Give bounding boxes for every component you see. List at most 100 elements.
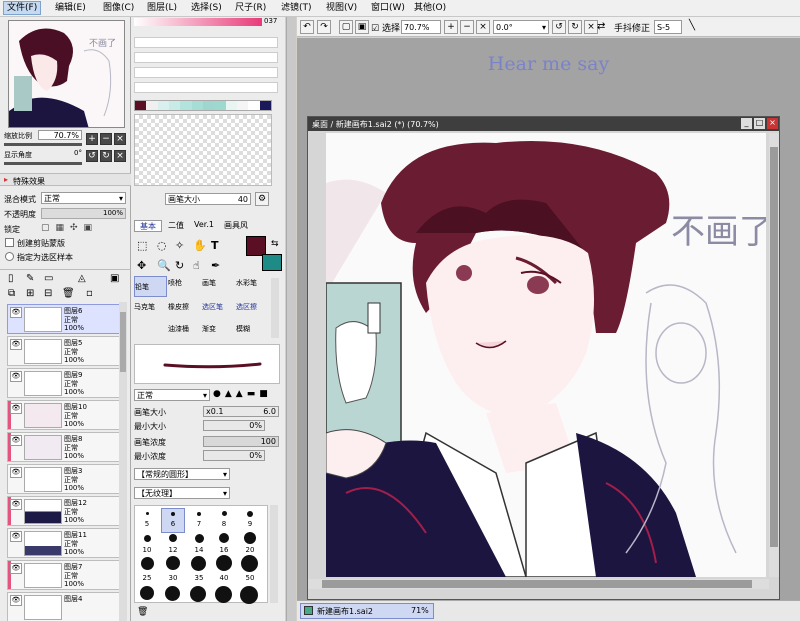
fill-icon[interactable]: ◬ [78,273,86,284]
zoom-reset-button[interactable]: × [476,20,490,34]
zoom-reset-button[interactable]: × [114,133,126,145]
lock-icons[interactable]: ▢▦✣▣ [41,223,98,233]
rotate-left-button[interactable]: ↺ [552,20,566,34]
effects-header[interactable]: ▸ 特殊效果 [0,173,131,186]
swatch-grid[interactable] [134,114,272,186]
hand-icon[interactable]: ✋ [193,239,207,252]
dot-size-option[interactable] [222,511,227,516]
dot-size-option[interactable] [216,555,232,571]
texture-select[interactable]: 【无纹理】 ▾ [134,487,230,499]
clear-icon[interactable]: ▫ [86,288,93,299]
angle-input[interactable]: 0.0° ▾ [493,20,549,34]
document-titlebar[interactable]: 桌面 / 新建画布1.sai2 (*) (70.7%) _ □ × [308,117,779,131]
move-icon[interactable]: ✥ [137,259,146,272]
menu-image[interactable]: 图像(C) [103,2,134,14]
rect-select-icon[interactable]: ⬚ [137,239,147,252]
new-folder-icon[interactable]: ▭ [44,273,53,284]
eye-icon[interactable]: 👁 [10,531,22,542]
color-slider[interactable] [134,18,262,26]
tab-painter[interactable]: 画具风 [218,220,254,232]
select-toggle[interactable]: ☑ 选择 [371,21,400,34]
opacity-slider[interactable]: 100% [41,208,126,219]
redo-button[interactable]: ↷ [317,20,331,34]
settings-icon[interactable]: ⚙ [255,192,269,206]
swatch[interactable] [135,101,147,110]
tool-pencil[interactable]: 铅笔 [134,276,167,297]
tab-binary[interactable]: 二值 [162,220,190,232]
swatch[interactable] [202,101,215,110]
text-icon[interactable]: T [211,239,219,252]
layer-item[interactable]: 👁 图层5 正常 100% [7,336,127,366]
rotate-icon[interactable]: ↻ [175,259,184,272]
tool-bucket[interactable]: 油漆桶 [168,322,201,335]
zoom-out-button[interactable]: − [460,20,474,34]
brush-size-field[interactable]: 画笔大小 40 [165,193,251,205]
zoom-icon[interactable]: 🔍 [157,259,171,272]
zoom-out-button[interactable]: − [100,133,112,145]
swatch[interactable] [157,101,169,110]
swatch[interactable] [146,101,158,110]
min-size-slider[interactable]: 0% [203,420,265,431]
eye-icon[interactable]: 👁 [10,563,22,574]
new-vector-layer-icon[interactable]: ✎ [26,273,34,284]
eye-icon[interactable]: 👁 [10,595,22,606]
navigator-preview[interactable]: 不画了 [8,20,125,128]
dot-size-option[interactable] [215,586,232,603]
zoom-in-button[interactable]: + [444,20,458,34]
eye-icon[interactable]: 👁 [10,371,22,382]
tool-brush[interactable]: 画笔 [202,276,235,289]
swatch-bar[interactable] [134,100,272,111]
eye-icon[interactable]: 👁 [10,307,22,318]
swatch[interactable] [168,101,181,110]
rotate-reset-button[interactable]: × [584,20,598,34]
tool-select-pen[interactable]: 选区笔 [202,300,235,313]
dot-size-option[interactable] [241,555,258,572]
dot-size-option[interactable] [195,534,204,543]
eyedropper-icon[interactable]: ✒ [211,259,220,272]
scratch-rows[interactable] [134,37,278,97]
menu-file[interactable]: 文件(F) [2,1,42,15]
eye-icon[interactable]: 👁 [10,339,22,350]
menu-ruler[interactable]: 尺子(R) [235,2,266,14]
flip-icon[interactable]: ⇄ [597,21,605,32]
brush-mode-select[interactable]: 正常 ▾ [134,389,210,401]
minimize-button[interactable]: _ [741,118,752,129]
tool-marker[interactable]: 马克笔 [134,300,167,313]
dot-size-option[interactable] [146,512,149,515]
dot-size-option[interactable] [144,535,151,542]
invert-select-button[interactable]: ▣ [355,20,369,34]
menu-select[interactable]: 选择(S) [191,2,222,14]
eye-icon[interactable]: 👁 [10,467,22,478]
stabilizer-select[interactable]: S-5 [654,20,682,34]
dot-size-option[interactable] [140,586,154,600]
menu-edit[interactable]: 编辑(E) [55,2,86,14]
dot-size-option[interactable] [197,512,201,516]
zoom-in-button[interactable]: + [86,133,98,145]
swatch[interactable] [236,101,249,110]
brush-shape-icons[interactable]: ●▲▲▬■ [213,389,272,399]
menu-window[interactable]: 窗口(W) [371,2,405,14]
primary-color[interactable] [246,236,266,256]
layer-item[interactable]: 👁 图层3 正常 100% [7,464,127,494]
zoom-input[interactable]: 70.7% [401,20,441,34]
rotate-right-button[interactable]: ↻ [568,20,582,34]
dot-size-option[interactable] [247,511,253,517]
swap-colors-icon[interactable]: ⇆ [271,239,279,249]
lasso-icon[interactable]: ◌ [157,239,167,252]
swatch[interactable] [259,101,271,110]
merge-down-icon[interactable]: ⊞ [26,288,34,299]
select-source-radio[interactable] [5,252,14,261]
dot-size-option[interactable] [165,586,180,601]
copy-layer-icon[interactable]: ⧉ [8,288,15,299]
layer-item[interactable]: 👁 图层12 正常 100% [7,496,127,526]
line-tool-icon[interactable]: ╲ [689,20,695,31]
secondary-color[interactable] [262,254,282,271]
swatch[interactable] [225,101,237,110]
eye-icon[interactable]: 👁 [10,403,22,414]
dot-size-option[interactable] [141,557,154,570]
layer-item[interactable]: 👁 图层11 正常 100% [7,528,127,558]
tool-blur[interactable]: 模糊 [236,322,269,335]
canvas-area[interactable]: Hear me say 桌面 / 新建画布1.sai2 (*) (70.7%) … [297,38,800,600]
min-density-slider[interactable]: 0% [203,450,265,461]
tool-airbrush[interactable]: 喷枪 [168,276,201,289]
